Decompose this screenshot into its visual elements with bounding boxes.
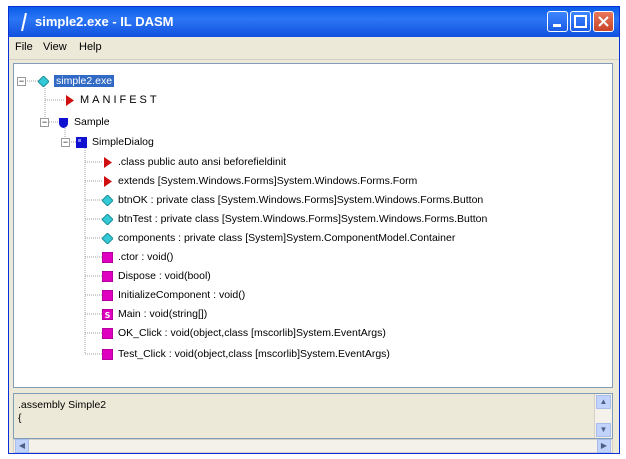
info-text: .assembly Simple2 {	[18, 399, 107, 424]
tree-namespace[interactable]: Sample	[58, 113, 110, 131]
scroll-up-button[interactable]: ▲	[596, 395, 611, 409]
tree-manifest-label: MANIFEST	[80, 94, 160, 106]
assembly-icon	[38, 75, 49, 87]
method-icon	[102, 327, 113, 339]
horizontal-scrollbar[interactable]: ◀ ▶	[13, 439, 613, 453]
tree-member[interactable]: S Main : void(string[])	[102, 305, 207, 323]
tree-member-label: .class public auto ansi beforefieldinit	[118, 156, 287, 168]
tree-class-label: SimpleDialog	[92, 136, 154, 148]
chevron-down-icon: ▼	[599, 425, 608, 434]
tree-member-label: extends [System.Windows.Forms]System.Win…	[118, 175, 418, 187]
tree-member-label: .ctor : void()	[118, 251, 174, 263]
chevron-up-icon: ▲	[599, 397, 608, 406]
tree-member[interactable]: .ctor : void()	[102, 248, 173, 266]
svg-text:S: S	[105, 311, 111, 320]
close-icon	[598, 16, 609, 27]
tree-member[interactable]: extends [System.Windows.Forms]System.Win…	[102, 172, 417, 190]
tree-member-label: components : private class [System]Syste…	[118, 232, 456, 244]
class-collapse-toggle[interactable]: −	[61, 138, 70, 147]
extends-arrow-icon	[104, 175, 112, 187]
tree-member-label: Dispose : void(bool)	[118, 270, 211, 282]
tree-manifest[interactable]: MANIFEST	[64, 91, 160, 109]
app-window: simple2.exe - IL DASM File View Help − −…	[8, 6, 620, 454]
scroll-down-button[interactable]: ▼	[596, 423, 611, 437]
tree-member-label: Test_Click : void(object,class [mscorlib…	[118, 348, 390, 360]
tree-class[interactable]: SimpleDialog	[76, 133, 154, 151]
maximize-button[interactable]	[570, 11, 591, 32]
method-icon	[102, 348, 113, 360]
menu-help[interactable]: Help	[79, 41, 102, 53]
tree-member-label: Main : void(string[])	[118, 308, 208, 320]
tree-member[interactable]: .class public auto ansi beforefieldinit	[102, 153, 286, 171]
scroll-left-button[interactable]: ◀	[15, 439, 29, 453]
tree-member-label: OK_Click : void(object,class [mscorlib]S…	[118, 327, 386, 339]
tree-member-label: btnOK : private class [System.Windows.Fo…	[118, 194, 484, 206]
field-icon	[102, 194, 113, 206]
ildasm-icon	[21, 13, 27, 31]
tree-root[interactable]: simple2.exe	[38, 72, 115, 90]
tree-member[interactable]: InitializeComponent : void()	[102, 286, 245, 304]
field-icon	[102, 213, 113, 225]
maximize-icon	[574, 15, 587, 28]
tree-view[interactable]: − − − simple2.exe MANIFEST Sample Simple…	[13, 63, 613, 388]
menu-bar: File View Help	[9, 37, 619, 60]
info-panel[interactable]: .assembly Simple2 { ▲ ▼	[13, 393, 613, 439]
minimize-icon	[553, 24, 561, 27]
tree-member[interactable]: Dispose : void(bool)	[102, 267, 211, 285]
root-collapse-toggle[interactable]: −	[17, 77, 26, 86]
method-icon	[102, 289, 113, 301]
tree-member[interactable]: btnTest : private class [System.Windows.…	[102, 210, 487, 228]
tree-root-label: simple2.exe	[54, 75, 115, 87]
method-icon	[102, 251, 113, 263]
tree-member[interactable]: btnOK : private class [System.Windows.Fo…	[102, 191, 483, 209]
method-icon	[102, 270, 113, 282]
tree-member[interactable]: components : private class [System]Syste…	[102, 229, 455, 247]
namespace-collapse-toggle[interactable]: −	[40, 118, 49, 127]
chevron-right-icon: ▶	[600, 441, 608, 450]
static-method-icon: S	[102, 308, 113, 320]
namespace-shield-icon	[59, 117, 68, 128]
chevron-left-icon: ◀	[18, 441, 26, 450]
class-icon	[76, 136, 87, 148]
tree-member-label: InitializeComponent : void()	[118, 289, 246, 301]
tree-member-label: btnTest : private class [System.Windows.…	[118, 213, 488, 225]
menu-view[interactable]: View	[43, 41, 67, 53]
tree-namespace-label: Sample	[74, 116, 110, 128]
field-icon	[102, 232, 113, 244]
class-info-arrow-icon	[104, 156, 112, 168]
title-bar[interactable]: simple2.exe - IL DASM	[9, 7, 619, 37]
minimize-button[interactable]	[547, 11, 568, 32]
tree-member[interactable]: OK_Click : void(object,class [mscorlib]S…	[102, 324, 386, 342]
scroll-right-button[interactable]: ▶	[597, 439, 611, 453]
info-vertical-scrollbar[interactable]: ▲ ▼	[594, 394, 612, 438]
manifest-arrow-icon	[66, 94, 74, 106]
menu-file[interactable]: File	[15, 41, 33, 53]
close-button[interactable]	[593, 11, 614, 32]
window-title: simple2.exe - IL DASM	[35, 14, 174, 29]
tree-member[interactable]: Test_Click : void(object,class [mscorlib…	[102, 345, 390, 363]
